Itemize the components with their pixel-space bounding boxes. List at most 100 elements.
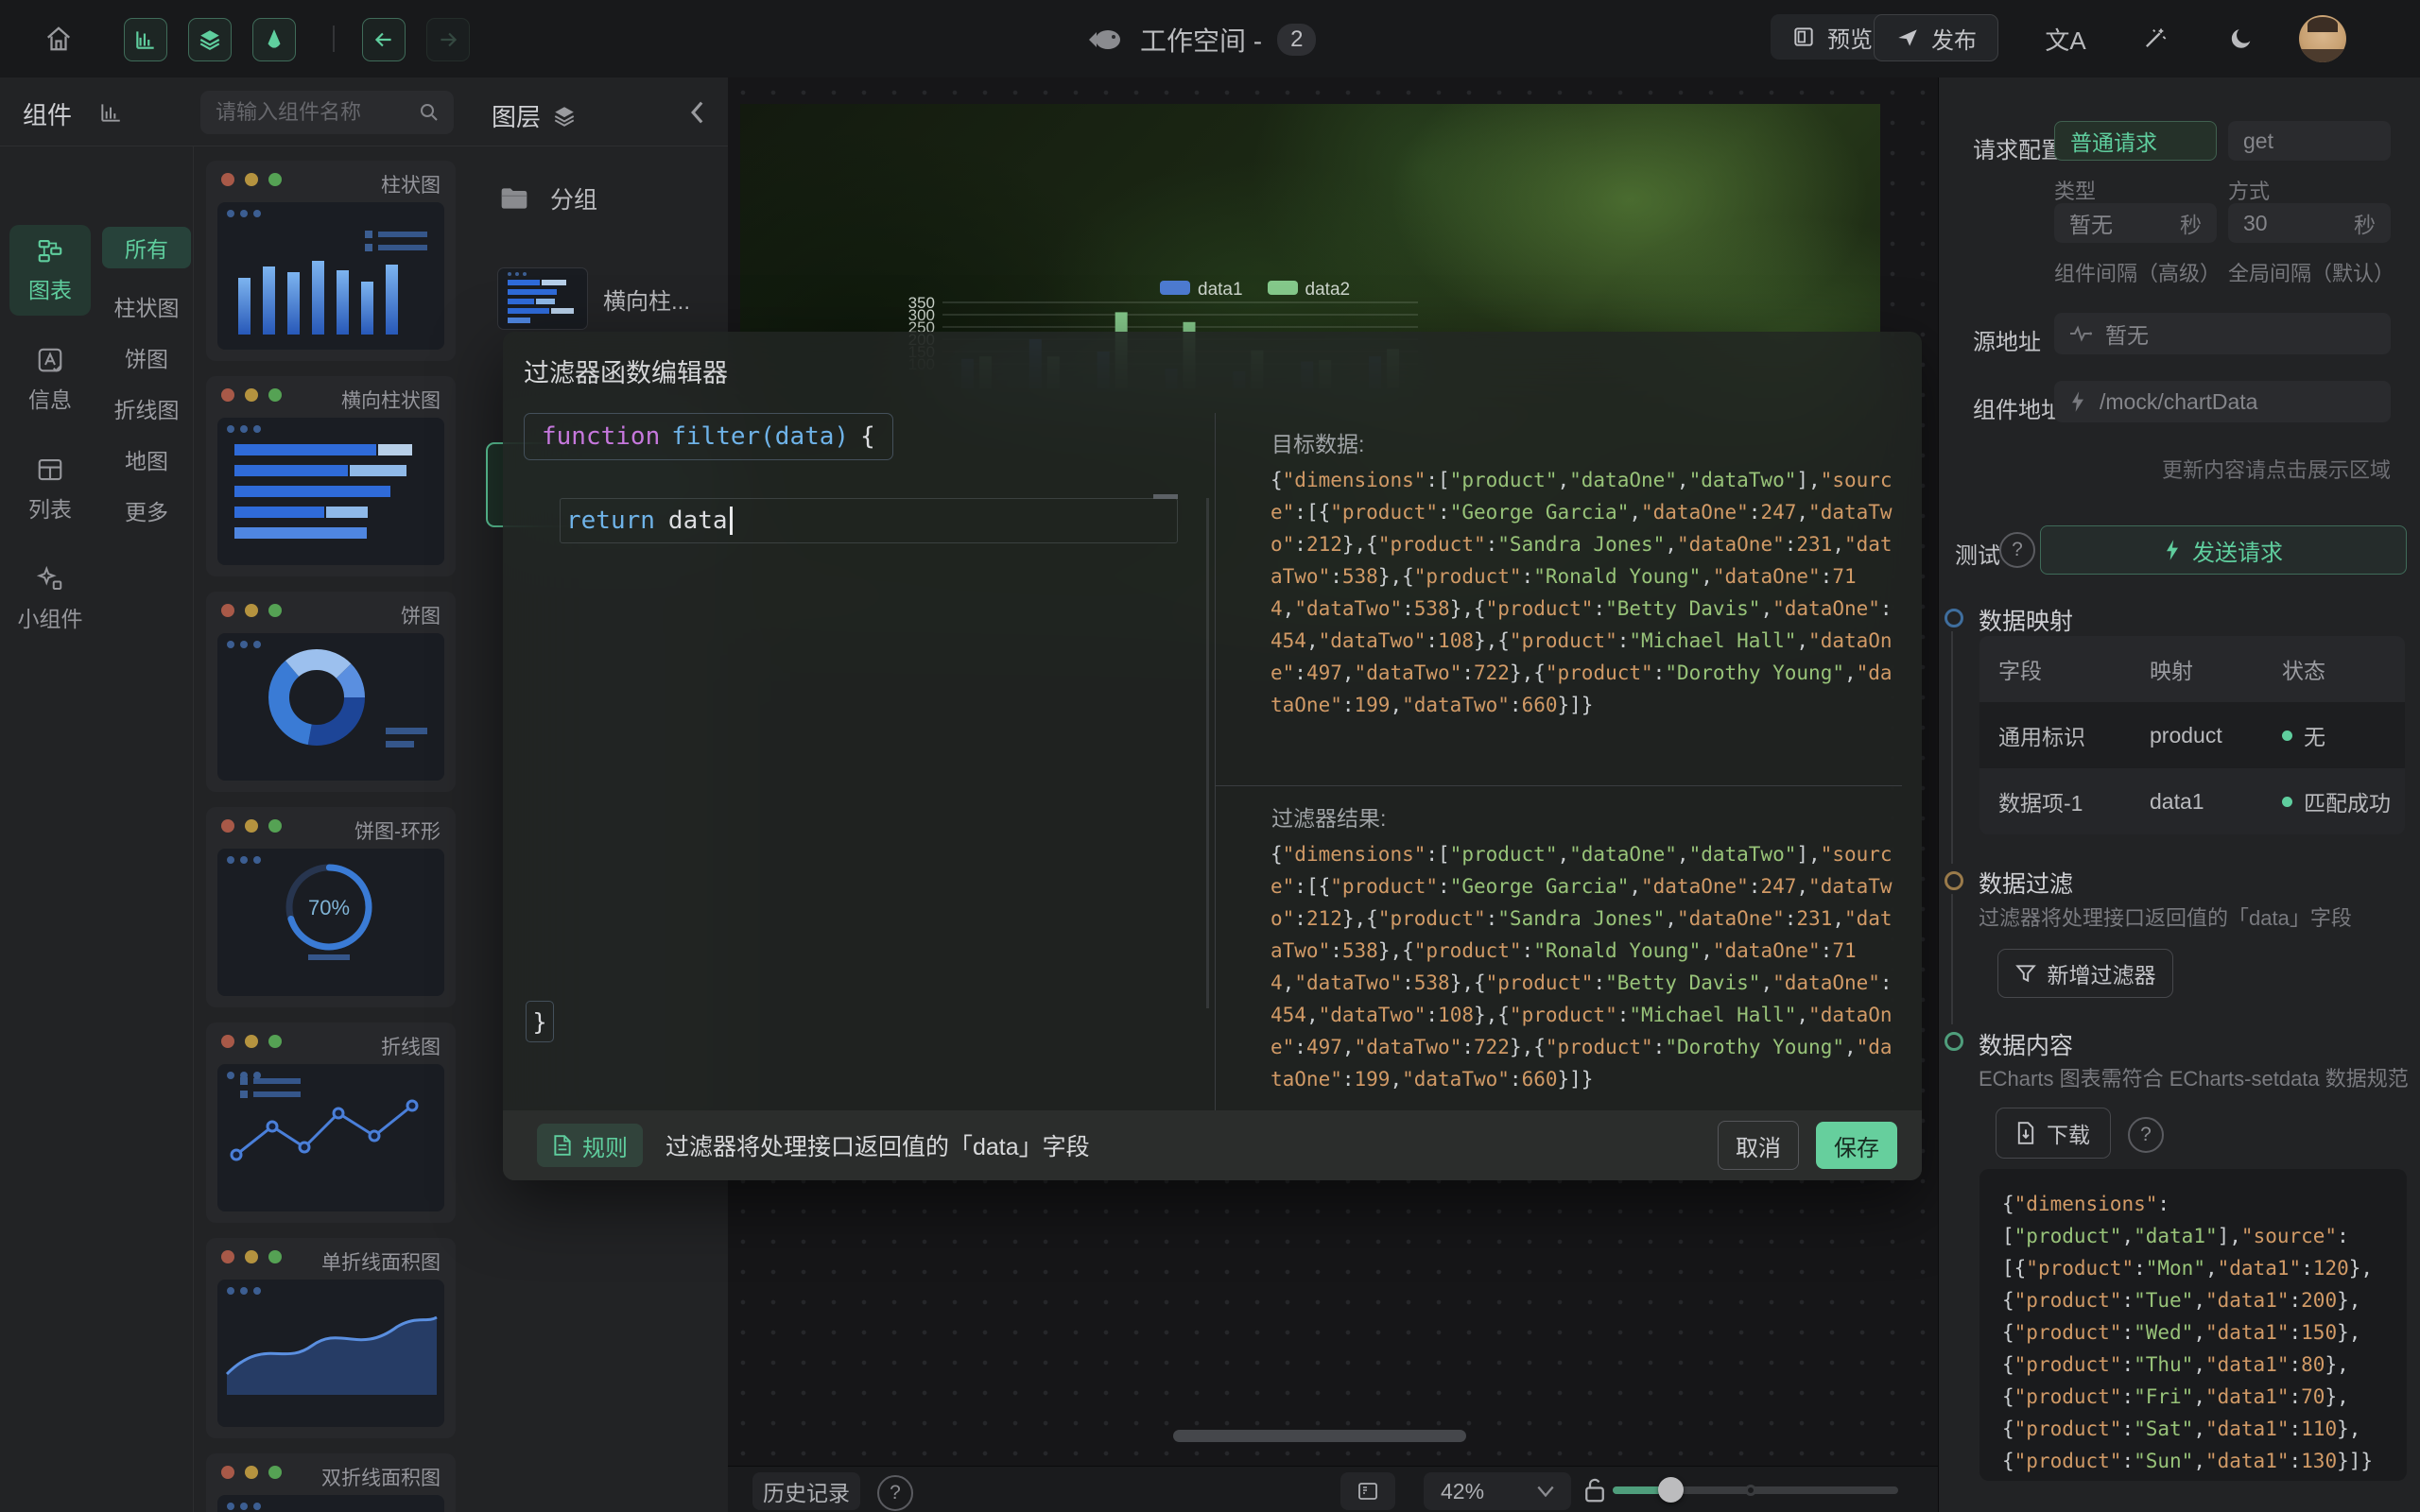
toggle-layers-panel-button[interactable] xyxy=(188,18,232,61)
request-type-sublabel: 类型 xyxy=(2054,175,2096,205)
timeline-node-mapping xyxy=(1945,609,1963,627)
open-brace: { xyxy=(860,422,875,451)
send-lightning-icon xyxy=(2164,539,2181,561)
history-button[interactable]: 历史记录 xyxy=(752,1472,860,1510)
sparkle-widget-icon xyxy=(36,565,64,593)
toggle-components-panel-button[interactable] xyxy=(124,18,167,61)
data-content-title: 数据内容 xyxy=(1979,1027,2073,1061)
nav-item-list[interactable]: 列表 xyxy=(9,444,91,535)
card-title: 饼图-环形 xyxy=(354,816,441,845)
global-interval-value: 30 xyxy=(2243,211,2268,236)
workspace-title: 工作空间 - xyxy=(1140,21,1262,59)
undo-button[interactable] xyxy=(362,18,406,61)
request-method-select[interactable]: get xyxy=(2228,121,2391,161)
category-bar[interactable]: 柱状图 xyxy=(102,285,191,327)
home-button[interactable] xyxy=(38,18,79,60)
topbar-divider xyxy=(333,26,335,52)
component-interval-unit: 秒 xyxy=(2180,207,2202,239)
layer-item-horizontal-bar[interactable]: 横向柱... xyxy=(486,253,715,344)
request-type-value: 普通请求 xyxy=(2070,125,2157,157)
moon-icon xyxy=(2228,26,2255,52)
text-cursor xyxy=(730,507,733,535)
request-panel: 请求配置 普通请求 get 类型 方式 暂无 秒 30 秒 组件间隔（高级） 全… xyxy=(1938,77,2420,1512)
avatar-hair xyxy=(2308,17,2338,32)
toggle-details-panel-button[interactable] xyxy=(252,18,296,61)
mapping-header-status: 状态 xyxy=(2263,653,2405,685)
data-mapping-title: 数据映射 xyxy=(1979,603,2073,637)
component-interval-input[interactable]: 暂无 秒 xyxy=(2054,203,2217,243)
dark-mode-button[interactable] xyxy=(2218,18,2265,60)
component-card-double-area[interactable]: 双折线面积图 xyxy=(206,1453,456,1512)
components-panel-title: 组件 xyxy=(23,96,72,131)
content-help-icon[interactable]: ? xyxy=(2128,1117,2164,1153)
code-editor-line[interactable]: return data xyxy=(560,498,1178,543)
component-address-input[interactable]: /mock/chartData xyxy=(2054,381,2391,422)
code-scrollbar[interactable] xyxy=(1206,498,1209,1008)
ring-percent-label: 70% xyxy=(308,896,350,919)
preview-label: 预览 xyxy=(1827,21,1873,54)
add-filter-button[interactable]: 新增过滤器 xyxy=(1997,949,2173,998)
canvas-horizontal-scrollbar[interactable] xyxy=(1173,1430,1466,1442)
card-title: 柱状图 xyxy=(381,170,441,198)
theme-magic-button[interactable] xyxy=(2131,18,2178,60)
zoom-slider-handle[interactable] xyxy=(1658,1477,1684,1503)
nav-item-charts[interactable]: 图表 xyxy=(9,225,91,316)
mapping-field: 通用标识 xyxy=(1979,719,2131,751)
component-card-ring[interactable]: 饼图-环形 70% xyxy=(206,807,456,1007)
redo-button[interactable] xyxy=(426,18,470,61)
component-card-area[interactable]: 单折线面积图 xyxy=(206,1238,456,1438)
category-pie[interactable]: 饼图 xyxy=(102,336,191,378)
workspace-count-badge: 2 xyxy=(1277,24,1316,56)
filter-result-label: 过滤器结果: xyxy=(1271,800,1386,833)
cancel-button[interactable]: 取消 xyxy=(1718,1121,1799,1170)
download-button[interactable]: 下载 xyxy=(1996,1108,2111,1159)
category-card-divider xyxy=(193,146,194,1512)
layer-group-item[interactable]: 分组 xyxy=(499,181,597,215)
component-card-line[interactable]: 折线图 xyxy=(206,1022,456,1223)
data-content-json: {"dimensions": ["product","data1"],"sour… xyxy=(1979,1169,2407,1481)
lightning-icon xyxy=(2069,390,2086,413)
global-interval-sublabel: 全局间隔（默认） xyxy=(2228,257,2394,287)
category-map[interactable]: 地图 xyxy=(102,438,191,480)
download-label: 下载 xyxy=(2047,1117,2090,1149)
global-interval-input[interactable]: 30 秒 xyxy=(2228,203,2391,243)
component-search[interactable] xyxy=(200,91,454,134)
panel-icon xyxy=(1357,1480,1379,1503)
modal-horizontal-divider xyxy=(1215,785,1902,786)
panel-layout-button[interactable] xyxy=(1340,1472,1395,1510)
data-filter-title: 数据过滤 xyxy=(1979,866,2073,900)
category-line[interactable]: 折线图 xyxy=(102,387,191,429)
data-mapping-table: 字段 映射 状态 通用标识 product 无 数据项-1 data1 匹配成功 xyxy=(1979,636,2405,834)
send-request-button[interactable]: 发送请求 xyxy=(2040,525,2407,575)
history-help-icon[interactable]: ? xyxy=(877,1475,913,1511)
preview-window-icon xyxy=(1791,25,1816,49)
source-address-input[interactable]: 暂无 xyxy=(2054,313,2391,354)
test-help-icon[interactable]: ? xyxy=(1999,532,2035,568)
target-data-json: {"dimensions":["product","dataOne","data… xyxy=(1270,464,1904,740)
layer-item-thumbnail xyxy=(497,267,588,330)
card-window-dots xyxy=(221,1035,282,1048)
request-type-select[interactable]: 普通请求 xyxy=(2054,121,2217,161)
save-button[interactable]: 保存 xyxy=(1816,1122,1897,1169)
component-card-bar[interactable]: 柱状图 xyxy=(206,161,456,361)
filter-editor-modal: 过滤器函数编辑器 function filter(data) { return … xyxy=(503,332,1922,1180)
collapse-layers-button[interactable] xyxy=(686,100,707,125)
user-avatar[interactable] xyxy=(2299,15,2346,62)
components-chart-icon xyxy=(98,100,123,125)
category-more[interactable]: 更多 xyxy=(102,490,191,531)
component-card-pie[interactable]: 饼图 xyxy=(206,592,456,792)
language-button[interactable]: 文A xyxy=(2042,18,2089,60)
component-card-horizontal-bar[interactable]: 横向柱状图 xyxy=(206,376,456,576)
component-search-input[interactable] xyxy=(214,99,418,126)
mapping-header-row: 字段 映射 状态 xyxy=(1979,636,2405,702)
nav-item-widgets[interactable]: 小组件 xyxy=(9,554,91,644)
zoom-select[interactable]: 42% xyxy=(1424,1472,1571,1510)
publish-button[interactable]: 发布 xyxy=(1874,14,1998,61)
lock-button[interactable] xyxy=(1582,1476,1607,1504)
category-all[interactable]: 所有 xyxy=(102,227,191,268)
mapping-status: 无 xyxy=(2304,719,2325,751)
mapping-row: 通用标识 product 无 xyxy=(1979,702,2405,768)
zoom-slider[interactable] xyxy=(1613,1486,1898,1494)
nav-item-info[interactable]: 信息 xyxy=(9,335,91,425)
data-filter-desc: 过滤器将处理接口返回值的「data」字段 xyxy=(1979,902,2352,932)
